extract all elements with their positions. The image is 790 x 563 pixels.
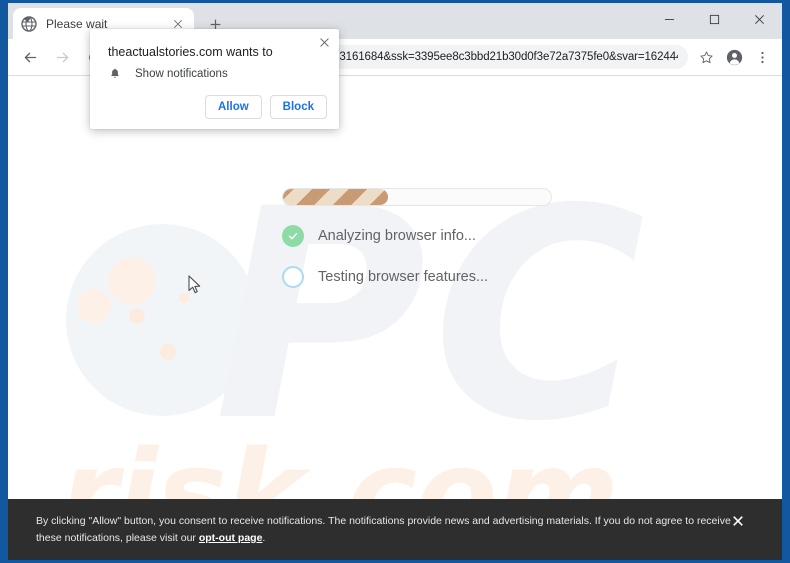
profile-avatar[interactable]	[721, 44, 747, 70]
opt-out-link[interactable]: opt-out page	[199, 532, 263, 544]
notification-permission-dialog: theactualstories.com wants to Show notif…	[90, 29, 339, 129]
window-minimize-button[interactable]	[647, 3, 692, 35]
back-button[interactable]	[16, 43, 44, 71]
block-button[interactable]: Block	[269, 95, 327, 119]
progress-bar	[282, 188, 552, 206]
page-viewport: PC risk.com Analyzing browser info... Te…	[8, 76, 782, 560]
screen: Please wait 1533408993161684&ssk=3395ee8…	[0, 0, 790, 563]
consent-text-before: By clicking "Allow" button, you consent …	[36, 515, 731, 544]
dialog-buttons: Allow Block	[205, 95, 327, 119]
status-item-label: Testing browser features...	[318, 269, 489, 285]
empty-circle-icon	[282, 266, 304, 288]
loading-status-block: Analyzing browser info... Testing browse…	[282, 188, 554, 288]
consent-banner: By clicking "Allow" button, you consent …	[8, 499, 782, 560]
consent-text-after: .	[262, 532, 266, 544]
check-circle-icon	[282, 225, 304, 247]
bookmark-star-icon[interactable]	[693, 44, 719, 70]
dialog-option-label: Show notifications	[135, 68, 228, 80]
consent-banner-close-icon[interactable]	[730, 513, 746, 529]
window-maximize-button[interactable]	[692, 3, 737, 35]
forward-button[interactable]	[48, 43, 76, 71]
window-close-button[interactable]	[737, 3, 782, 35]
bell-icon	[108, 67, 122, 81]
consent-banner-text: By clicking "Allow" button, you consent …	[36, 513, 736, 547]
progress-bar-fill	[283, 189, 388, 205]
status-item-testing: Testing browser features...	[282, 266, 554, 288]
mouse-cursor	[188, 275, 201, 294]
status-item-analyzing: Analyzing browser info...	[282, 225, 554, 247]
dialog-title: theactualstories.com wants to	[108, 45, 273, 59]
three-dot-menu-icon[interactable]	[749, 44, 775, 70]
allow-button[interactable]: Allow	[205, 95, 262, 119]
globe-icon	[21, 15, 37, 32]
browser-window: Please wait 1533408993161684&ssk=3395ee8…	[8, 3, 782, 560]
window-controls	[647, 3, 782, 35]
dialog-close-icon[interactable]	[315, 33, 333, 51]
status-item-label: Analyzing browser info...	[318, 228, 476, 244]
dialog-permission-row: Show notifications	[108, 67, 228, 81]
